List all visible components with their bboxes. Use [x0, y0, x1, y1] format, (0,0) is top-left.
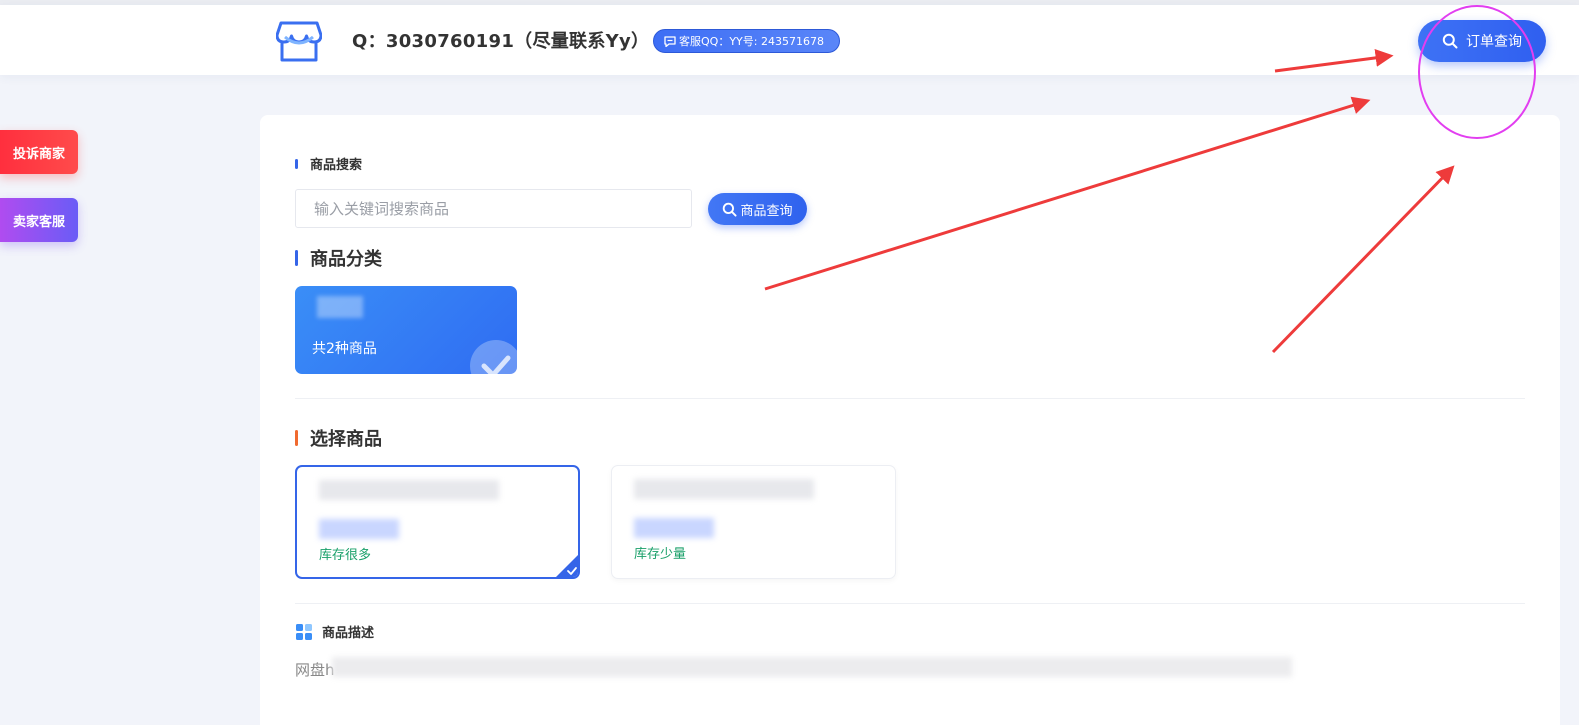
order-query-button[interactable]: 订单查询 [1418, 20, 1546, 62]
check-icon [556, 555, 578, 577]
search-icon [723, 202, 738, 217]
main-panel: 商品搜索 商品查询 商品分类 共2种商品 选择商品 库存很多 [260, 115, 1560, 725]
grid-icon [296, 623, 312, 640]
product-section-label: 选择商品 [310, 429, 382, 450]
title-bar [295, 250, 298, 266]
contact-text: Q：3030760191（尽量联系Yy） [352, 31, 650, 52]
complain-merchant-button[interactable]: 投诉商家 [0, 130, 78, 174]
description-section-title: 商品描述 [296, 622, 374, 641]
stock-label: 库存少量 [634, 547, 687, 562]
search-input[interactable] [295, 189, 692, 228]
description-text: 网盘h [295, 661, 335, 679]
product-price-blurred [319, 519, 399, 539]
goods-search-button[interactable]: 商品查询 [708, 193, 807, 225]
category-section-title: 商品分类 [295, 245, 382, 271]
product-card[interactable]: 库存很多 [295, 465, 580, 579]
product-name-blurred [634, 479, 814, 499]
goods-search-label: 商品查询 [740, 203, 793, 219]
description-text-blurred [332, 657, 1292, 677]
search-icon [1442, 33, 1458, 49]
section-divider [295, 603, 1525, 604]
header: Q：3030760191（尽量联系Yy） 客服QQ：YY号: 243571678… [0, 5, 1579, 75]
product-price-blurred [634, 518, 714, 538]
category-name-blurred [317, 296, 363, 318]
shop-logo-icon [276, 21, 322, 62]
order-query-label: 订单查询 [1466, 34, 1522, 50]
title-bar [295, 158, 298, 169]
description-section-label: 商品描述 [322, 626, 375, 641]
qq-badge[interactable]: 客服QQ：YY号: 243571678 [653, 29, 840, 53]
search-section-label: 商品搜索 [310, 158, 363, 173]
check-icon [470, 340, 517, 374]
qq-badge-label: 客服QQ：YY号: 243571678 [679, 35, 824, 48]
category-card[interactable]: 共2种商品 [295, 286, 517, 374]
stock-label: 库存很多 [319, 548, 372, 563]
category-count: 共2种商品 [312, 341, 377, 357]
product-section-title: 选择商品 [295, 425, 382, 451]
category-section-label: 商品分类 [310, 249, 382, 270]
section-divider [295, 398, 1525, 399]
product-name-blurred [319, 480, 499, 500]
seller-service-button[interactable]: 卖家客服 [0, 198, 78, 242]
chat-icon [664, 35, 676, 47]
search-section-title: 商品搜索 [295, 154, 362, 173]
title-bar [295, 430, 298, 446]
product-card[interactable]: 库存少量 [611, 465, 896, 579]
